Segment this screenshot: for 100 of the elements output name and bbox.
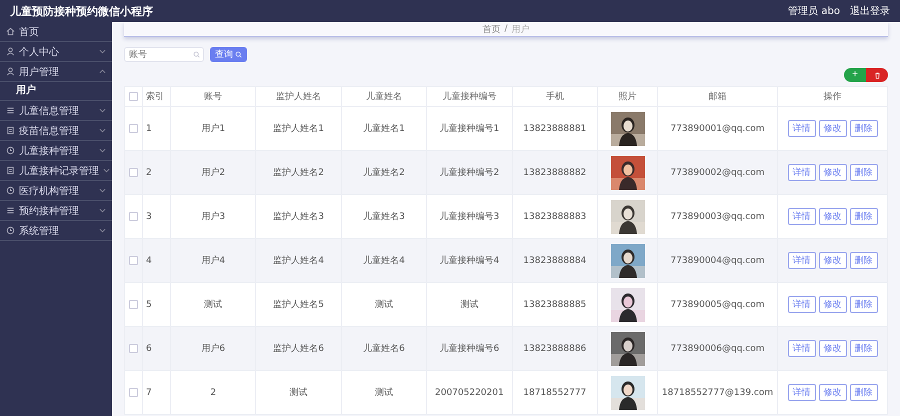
details-button[interactable]: 详情 [788, 120, 816, 137]
table-cell: 773890003@qq.com [670, 212, 765, 222]
table-cell: 13823888886 [523, 344, 586, 354]
person-icon [6, 47, 15, 56]
checkbox[interactable] [129, 344, 138, 353]
search-field[interactable]: 账号 [124, 47, 204, 62]
table-cell: 儿童姓名6 [363, 344, 405, 354]
checkbox[interactable] [129, 124, 138, 133]
checkbox[interactable] [129, 212, 138, 221]
chevron-icon [103, 168, 110, 173]
checkbox[interactable] [129, 92, 138, 101]
app-title: 儿童预防接种预约微信小程序 [10, 4, 153, 18]
table-cell: 测试 [290, 388, 308, 398]
sidebar-item[interactable]: 预约接种管理 [0, 201, 112, 221]
sidebar-item[interactable]: 儿童接种管理 [0, 141, 112, 161]
list-icon [6, 106, 15, 115]
delete-button[interactable]: 删除 [850, 164, 878, 181]
delete-button[interactable]: 删除 [850, 384, 878, 401]
table-cell: 773890001@qq.com [670, 124, 765, 134]
table-cell: 5 [146, 300, 152, 310]
checkbox[interactable] [129, 256, 138, 265]
list-icon [6, 206, 15, 215]
delete-button[interactable] [866, 68, 888, 82]
checkbox[interactable] [129, 388, 138, 397]
table-cell: 儿童姓名4 [363, 256, 405, 266]
edit-button[interactable]: 修改 [818, 164, 846, 181]
table-cell: 测试 [374, 300, 393, 310]
edit-button[interactable]: 修改 [818, 208, 846, 225]
details-button[interactable]: 详情 [788, 252, 816, 269]
details-button[interactable]: 详情 [788, 296, 816, 313]
user-label: 管理员 abo [788, 5, 840, 18]
sidebar-item[interactable]: 用户管理 [0, 62, 112, 82]
edit-button[interactable]: 修改 [818, 120, 846, 137]
table-cell: 监护人姓名2 [273, 168, 324, 178]
column-header: 索引 [146, 92, 164, 102]
details-button[interactable]: 详情 [788, 164, 816, 181]
table-cell: 用户2 [201, 168, 226, 178]
edit-button[interactable]: 修改 [818, 384, 846, 401]
sidebar-item[interactable]: 系统管理 [0, 221, 112, 241]
edit-button[interactable]: 修改 [818, 252, 846, 269]
breadcrumb-separator: / [504, 24, 508, 34]
table-cell: 监护人姓名5 [273, 300, 324, 310]
document-icon [6, 166, 15, 175]
column-header: 儿童接种编号 [442, 92, 496, 102]
table-cell: 用户3 [201, 212, 226, 222]
table-cell: 监护人姓名1 [273, 124, 324, 134]
checkbox[interactable] [129, 168, 138, 177]
person-icon [6, 67, 15, 76]
chevron-icon [99, 108, 106, 113]
search-icon [193, 51, 200, 58]
sidebar-item[interactable]: 医疗机构管理 [0, 181, 112, 201]
delete-button[interactable]: 删除 [850, 296, 878, 313]
delete-button[interactable]: 删除 [850, 208, 878, 225]
chevron-icon [99, 69, 106, 74]
clock-icon [6, 146, 15, 155]
details-button[interactable]: 详情 [788, 340, 816, 357]
breadcrumb-link[interactable]: 首页 [482, 22, 500, 36]
logout-link[interactable]: 退出登录 [850, 4, 890, 18]
table-cell: 监护人姓名6 [273, 344, 324, 354]
sidebar-item[interactable]: 首页 [0, 22, 112, 42]
home-icon [6, 27, 15, 36]
table-cell: 3 [146, 212, 152, 222]
table-cell: 用户6 [201, 344, 226, 354]
chevron-icon [99, 188, 106, 193]
table-cell: 773890004@qq.com [670, 256, 765, 266]
table-cell: 儿童姓名3 [363, 212, 405, 222]
table-cell: 测试 [374, 388, 393, 398]
table-cell: 儿童姓名1 [363, 124, 405, 134]
details-button[interactable]: 详情 [788, 208, 816, 225]
delete-button[interactable]: 删除 [850, 340, 878, 357]
details-button[interactable]: 详情 [788, 384, 816, 401]
table-cell: 13823888881 [523, 124, 586, 134]
table-cell: 2 [210, 388, 216, 398]
column-header: 儿童姓名 [366, 92, 402, 102]
clock-icon [6, 186, 15, 195]
chevron-icon [99, 208, 106, 213]
table-cell: 200705220201 [435, 388, 504, 398]
table-cell: 7 [146, 388, 152, 398]
column-header: 账号 [204, 92, 222, 102]
add-button[interactable]: + [844, 68, 866, 82]
table-cell: 13823888882 [523, 168, 586, 178]
table-cell: 2 [146, 168, 152, 178]
table-cell: 4 [146, 256, 152, 266]
checkbox[interactable] [129, 300, 138, 309]
table-cell: 用户4 [201, 256, 226, 266]
sidebar-item[interactable]: 疫苗信息管理 [0, 121, 112, 141]
table-cell: 测试 [460, 300, 478, 310]
delete-button[interactable]: 删除 [850, 252, 878, 269]
sidebar-item[interactable]: 儿童接种记录管理 [0, 161, 112, 181]
search-button[interactable]: 查询 [210, 47, 247, 62]
edit-button[interactable]: 修改 [818, 340, 846, 357]
table-cell: 儿童接种编号2 [440, 168, 500, 178]
sidebar-item[interactable]: 儿童信息管理 [0, 101, 112, 121]
column-header: 操作 [824, 92, 842, 102]
edit-button[interactable]: 修改 [818, 296, 846, 313]
sidebar-subitem[interactable]: 用户 [0, 82, 112, 101]
sidebar-item[interactable]: 个人中心 [0, 42, 112, 62]
delete-button[interactable]: 删除 [850, 120, 878, 137]
breadcrumb-link[interactable]: 用户 [512, 22, 530, 36]
document-icon [6, 126, 15, 135]
